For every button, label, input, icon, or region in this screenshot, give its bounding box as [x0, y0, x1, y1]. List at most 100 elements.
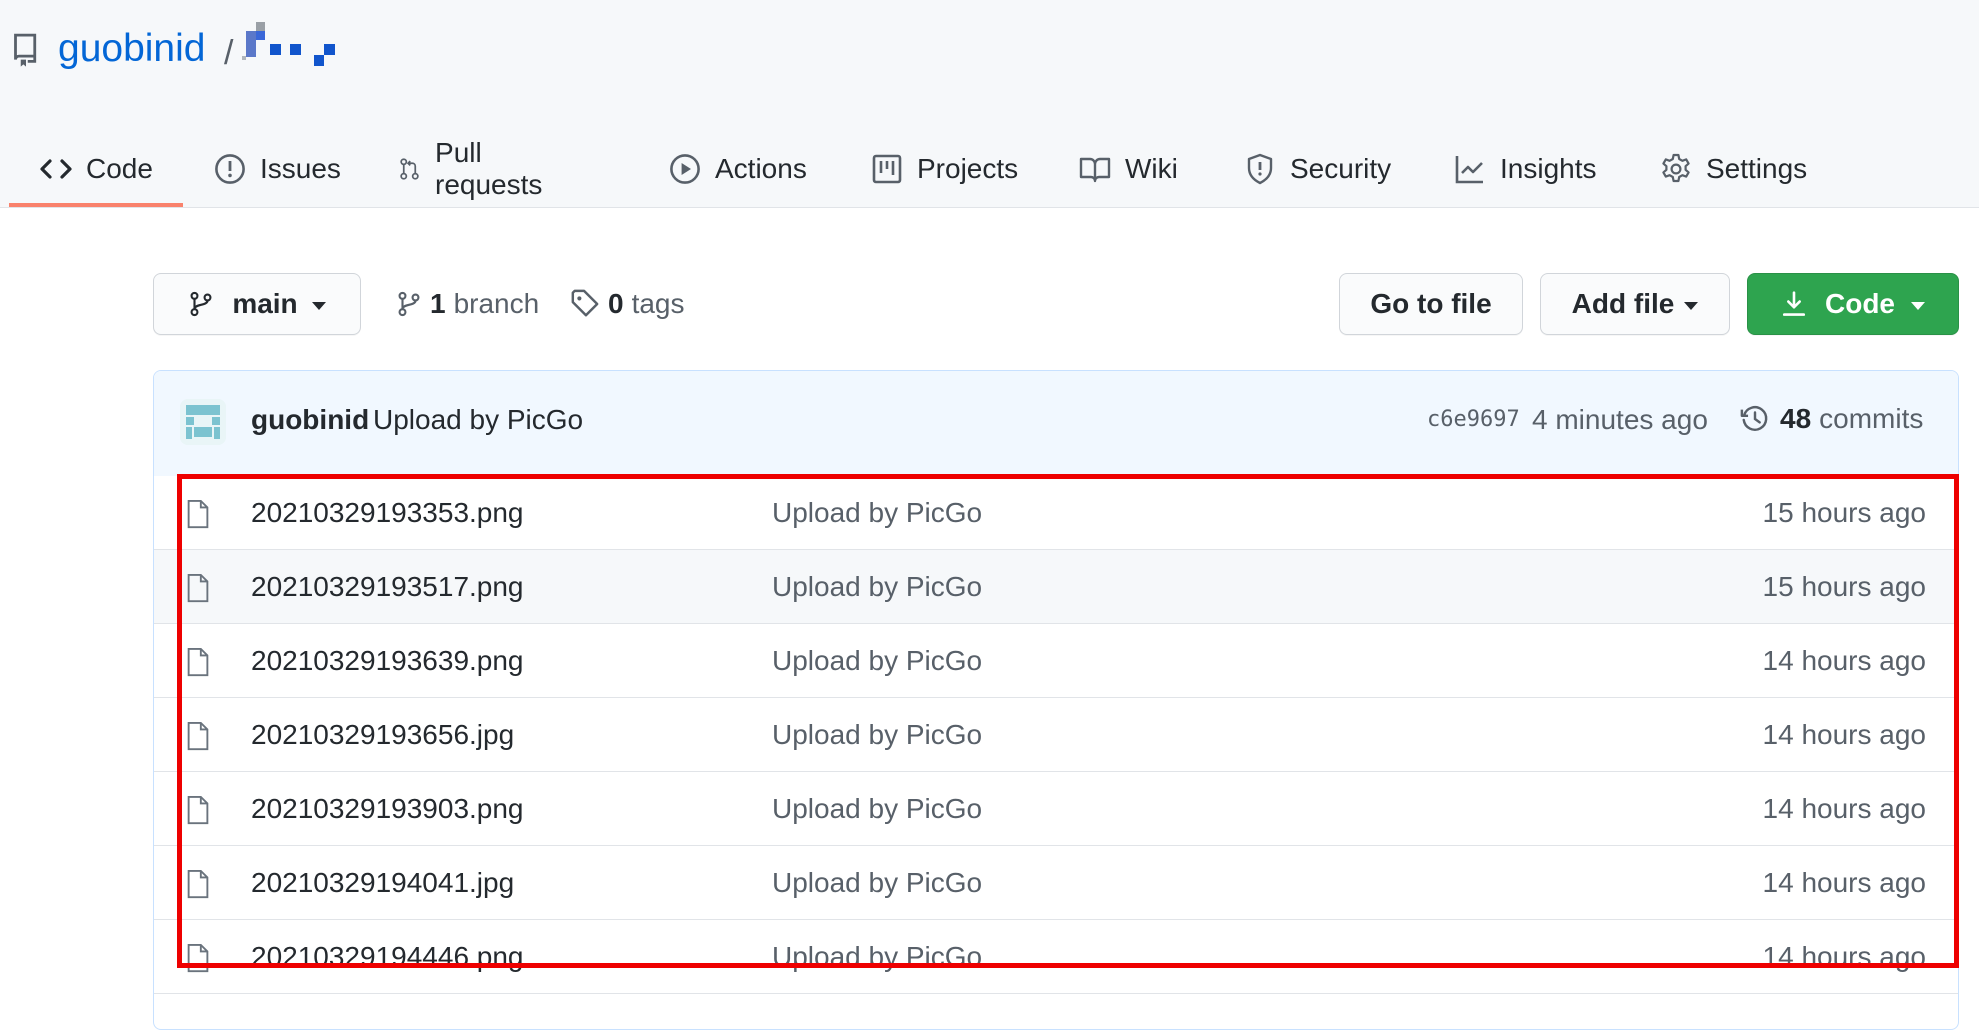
file-row[interactable]: 20210329193903.png Upload by PicGo 14 ho… — [154, 772, 1958, 846]
tag-icon — [571, 289, 599, 317]
issue-icon — [215, 154, 245, 184]
file-age: 14 hours ago — [1762, 867, 1926, 898]
history-icon — [1740, 406, 1768, 431]
repo-owner-link[interactable]: guobinid — [58, 25, 205, 73]
download-icon — [1782, 291, 1806, 316]
code-button-label: Code — [1825, 288, 1895, 319]
gear-icon — [1662, 153, 1690, 183]
branches-link[interactable]: 1 branch — [396, 284, 539, 324]
file-row[interactable]: 20210329194446.png Upload by PicGo 14 ho… — [154, 920, 1958, 994]
latest-commit-bar: guobinid Upload by PicGo c6e9697 4 minut… — [154, 371, 1958, 477]
file-commit-message[interactable]: Upload by PicGo — [772, 719, 982, 751]
file-commit-message[interactable]: Upload by PicGo — [772, 645, 982, 677]
tab-label: Projects — [917, 153, 1019, 184]
file-row[interactable]: 20210329193353.png Upload by PicGo 15 ho… — [154, 476, 1958, 550]
file-commit-message[interactable]: Upload by PicGo — [772, 571, 982, 603]
play-icon — [670, 154, 700, 184]
file-age: 15 hours ago — [1762, 497, 1926, 528]
pull-request-icon — [400, 158, 419, 180]
file-name-link[interactable]: 20210329193903.png — [251, 793, 524, 825]
file-icon — [187, 795, 209, 825]
file-name-link[interactable]: 20210329193353.png — [251, 497, 524, 529]
file-commit-message[interactable]: Upload by PicGo — [772, 867, 982, 899]
tag-count-label: tags — [631, 288, 685, 319]
file-icon — [187, 573, 209, 603]
tab-wiki[interactable]: Wiki — [1079, 132, 1178, 206]
repo-name-pixel-logo[interactable] — [242, 22, 354, 72]
commit-message[interactable]: Upload by PicGo — [373, 404, 583, 436]
tab-label: Issues — [260, 153, 341, 184]
file-commit-message[interactable]: Upload by PicGo — [772, 941, 982, 973]
go-to-file-button[interactable]: Go to file — [1339, 273, 1523, 335]
file-age: 15 hours ago — [1762, 571, 1926, 602]
tab-projects[interactable]: Projects — [871, 132, 1018, 206]
file-icon — [187, 499, 209, 529]
tab-label: Actions — [715, 153, 807, 184]
file-age: 14 hours ago — [1762, 941, 1926, 972]
branch-select-button[interactable]: main — [153, 273, 361, 335]
file-icon — [187, 647, 209, 677]
go-to-file-label: Go to file — [1370, 288, 1492, 319]
commit-count: 48 — [1780, 403, 1812, 434]
file-age: 14 hours ago — [1762, 793, 1926, 824]
tab-pull-requests[interactable]: Pull requests — [398, 132, 551, 206]
file-commit-message[interactable]: Upload by PicGo — [772, 793, 982, 825]
project-icon — [872, 154, 902, 184]
file-row[interactable]: 20210329193517.png Upload by PicGo 15 ho… — [154, 550, 1958, 624]
tab-label: Pull requests — [435, 137, 543, 200]
book-icon — [1079, 157, 1111, 183]
file-name-link[interactable]: 20210329193517.png — [251, 571, 524, 603]
tab-label: Settings — [1706, 153, 1808, 184]
shield-icon — [1247, 153, 1273, 185]
file-name-link[interactable]: 20210329193656.jpg — [251, 719, 514, 751]
avatar[interactable] — [180, 399, 226, 445]
file-age: 14 hours ago — [1762, 719, 1926, 750]
branch-count-label: branch — [453, 288, 540, 319]
file-row[interactable]: 20210329193639.png Upload by PicGo 14 ho… — [154, 624, 1958, 698]
file-age: 14 hours ago — [1762, 645, 1926, 676]
commit-sha-link[interactable]: c6e9697 — [1427, 407, 1520, 432]
repo-header: guobinid / Code Issues Pull requests Act… — [0, 0, 1979, 208]
file-icon — [187, 721, 209, 751]
code-download-button[interactable]: Code — [1747, 273, 1959, 335]
branch-icon — [190, 291, 212, 317]
tab-label: Wiki — [1125, 153, 1178, 184]
branch-name: main — [232, 288, 298, 319]
repo-path-separator: / — [224, 34, 234, 72]
caret-down-icon — [1684, 301, 1699, 310]
selected-tab-indicator — [9, 203, 183, 207]
caret-down-icon — [1911, 301, 1925, 310]
file-icon — [187, 869, 209, 899]
code-icon — [40, 159, 72, 179]
commit-count-label: commits — [1819, 403, 1924, 434]
tab-actions[interactable]: Actions — [669, 132, 807, 206]
repo-icon — [12, 33, 40, 67]
commits-history-link[interactable]: 48 commits — [1740, 399, 1923, 439]
file-name-link[interactable]: 20210329194041.jpg — [251, 867, 514, 899]
tab-issues[interactable]: Issues — [214, 132, 341, 206]
tab-label: Insights — [1500, 153, 1597, 184]
file-commit-message[interactable]: Upload by PicGo — [772, 497, 982, 529]
tags-link[interactable]: 0 tags — [570, 284, 685, 324]
branch-icon — [398, 291, 420, 317]
file-browser: guobinid Upload by PicGo c6e9697 4 minut… — [153, 370, 1959, 1030]
tab-label: Code — [86, 153, 153, 184]
tab-label: Security — [1290, 153, 1392, 184]
branch-count: 1 — [430, 288, 446, 319]
tab-insights[interactable]: Insights — [1454, 132, 1597, 206]
file-icon — [187, 943, 209, 973]
add-file-button[interactable]: Add file — [1540, 273, 1730, 335]
commit-author-link[interactable]: guobinid — [251, 404, 369, 436]
tab-security[interactable]: Security — [1244, 132, 1391, 206]
file-name-link[interactable]: 20210329193639.png — [251, 645, 524, 677]
tag-count: 0 — [608, 288, 624, 319]
file-name-link[interactable]: 20210329194446.png — [251, 941, 524, 973]
tab-settings[interactable]: Settings — [1660, 132, 1807, 206]
file-row[interactable]: 20210329193656.jpg Upload by PicGo 14 ho… — [154, 698, 1958, 772]
file-row[interactable]: 20210329194041.jpg Upload by PicGo 14 ho… — [154, 846, 1958, 920]
tab-code[interactable]: Code — [40, 132, 153, 206]
graph-icon — [1455, 156, 1483, 184]
add-file-label: Add file — [1571, 288, 1675, 319]
commit-age: 4 minutes ago — [1532, 404, 1708, 435]
caret-down-icon — [311, 301, 326, 310]
